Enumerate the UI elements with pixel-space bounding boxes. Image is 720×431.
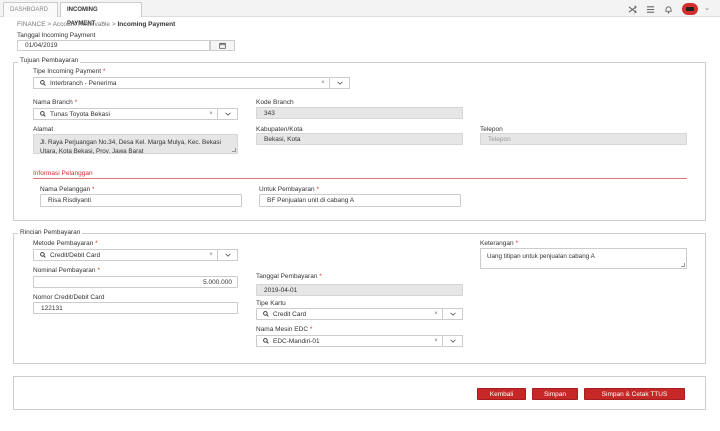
nomor-kartu-value: 122131: [41, 304, 63, 312]
chevron-down-icon[interactable]: [329, 78, 349, 88]
nama-branch-select[interactable]: Tunas Toyota Bekasi ×: [33, 108, 238, 120]
breadcrumb-account-receivable[interactable]: Account Receivable: [53, 21, 110, 28]
kode-branch-value: 343: [264, 109, 275, 117]
breadcrumb-current: Incoming Payment: [117, 21, 176, 28]
calendar-button[interactable]: [210, 40, 235, 51]
alamat-label: Alamat: [33, 126, 54, 133]
tipe-incoming-label: Tipe Incoming Payment *: [33, 68, 106, 75]
chevron-down-icon[interactable]: [217, 250, 237, 260]
telepon-placeholder: Telepon: [488, 135, 511, 143]
resize-handle[interactable]: [681, 263, 685, 267]
keterangan-textarea[interactable]: Uang titipan untuk penjualan cabang A: [480, 248, 687, 269]
tipe-incoming-value: Interbranch - Penerima: [50, 79, 117, 87]
menu-icon[interactable]: [646, 5, 655, 14]
section-divider: [33, 178, 687, 179]
nomor-kartu-field[interactable]: 122131: [33, 302, 238, 314]
kabupaten-value: Bekasi, Kota: [264, 135, 301, 143]
clear-icon[interactable]: ×: [430, 311, 442, 317]
chevron-down-icon[interactable]: ⌄: [704, 4, 710, 12]
shuffle-icon[interactable]: [628, 4, 637, 14]
untuk-pembayaran-value: BF Penjualan unit di cabang A: [267, 197, 355, 204]
metode-pembayaran-select[interactable]: Credit/Debit Card ×: [33, 249, 238, 261]
tujuan-pembayaran-title: Tujuan Pembayaran: [18, 57, 81, 64]
telepon-field: Telepon: [480, 133, 687, 145]
search-icon: [40, 252, 46, 258]
clear-icon[interactable]: ×: [205, 111, 217, 117]
untuk-pembayaran-field[interactable]: BF Penjualan unit di cabang A: [259, 194, 461, 207]
tipe-incoming-select[interactable]: Interbranch - Penerima ×: [33, 77, 350, 89]
keterangan-value: Uang titipan untuk penjualan cabang A: [487, 253, 595, 260]
chevron-down-icon[interactable]: [442, 309, 462, 319]
breadcrumb-separator: >: [47, 21, 52, 28]
clear-icon[interactable]: ×: [430, 338, 442, 344]
breadcrumb-finance[interactable]: FINANCE: [17, 21, 46, 28]
nama-branch-label: Nama Branch *: [33, 99, 78, 106]
clear-icon[interactable]: ×: [205, 252, 217, 258]
nama-pelanggan-label: Nama Pelanggan *: [40, 186, 95, 193]
nama-mesin-value: EDC-Mandiri-01: [273, 337, 320, 345]
nama-branch-value: Tunas Toyota Bekasi: [50, 110, 110, 118]
top-bar: DASHBOARD INCOMING PAYMENT × ⌄: [0, 0, 720, 27]
breadcrumb: FINANCE > Account Receivable > Incoming …: [17, 21, 175, 28]
nomor-kartu-label: Nomor Credit/Debit Card: [33, 294, 105, 301]
metode-pembayaran-value: Credit/Debit Card: [50, 251, 101, 259]
tab-dashboard-label: DASHBOARD: [10, 7, 49, 13]
top-icons: [628, 3, 698, 15]
search-icon: [263, 311, 269, 317]
kabupaten-label: Kabupaten/Kota: [256, 126, 303, 133]
tipe-kartu-value: Credit Card: [273, 310, 307, 318]
calendar-icon: [219, 42, 226, 49]
nama-mesin-select[interactable]: EDC-Mandiri-01 ×: [256, 335, 463, 347]
tab-dashboard[interactable]: DASHBOARD: [3, 2, 58, 17]
search-icon: [40, 111, 46, 117]
nama-pelanggan-value: Risa Risdiyanti: [48, 197, 91, 204]
kode-branch-label: Kode Branch: [256, 99, 294, 106]
tanggal-incoming-label: Tanggal Incoming Payment: [17, 32, 96, 39]
nama-mesin-label: Nama Mesin EDC *: [256, 326, 313, 333]
avatar[interactable]: [682, 3, 698, 15]
telepon-label: Telepon: [480, 126, 503, 133]
informasi-pelanggan-title: Informasi Pelanggan: [33, 170, 93, 177]
simpan-button[interactable]: Simpan: [532, 388, 578, 400]
tanggal-pembayaran-value: 2019-04-01: [264, 286, 298, 294]
tab-incoming-payment[interactable]: INCOMING PAYMENT ×: [60, 2, 142, 27]
simpan-cetak-button[interactable]: Simpan & Cetak TTUS: [584, 388, 685, 400]
tanggal-incoming-field[interactable]: 01/04/2019: [17, 40, 210, 51]
rincian-pembayaran-title: Rincian Pembayaran: [18, 229, 83, 236]
tanggal-pembayaran-field: 2019-04-01: [256, 284, 463, 296]
metode-pembayaran-label: Metode Pembayaran *: [33, 240, 98, 247]
search-icon: [40, 80, 46, 86]
chevron-down-icon[interactable]: [442, 336, 462, 346]
untuk-pembayaran-label: Untuk Pembayaran *: [259, 186, 319, 193]
kembali-button[interactable]: Kembali: [477, 388, 526, 400]
clear-icon[interactable]: ×: [317, 80, 329, 86]
nominal-pembayaran-value: 5.000.000: [203, 278, 232, 286]
bell-icon[interactable]: [664, 5, 673, 14]
resize-handle: [232, 148, 236, 152]
breadcrumb-separator: >: [111, 21, 116, 28]
alamat-textarea: Jl. Raya Perjuangan No.34, Desa Kel. Mar…: [33, 134, 238, 155]
keterangan-label: Keterangan *: [480, 240, 518, 247]
nominal-pembayaran-label: Nominal Pembayaran *: [33, 267, 100, 274]
tanggal-incoming-value: 01/04/2019: [25, 42, 58, 49]
tipe-kartu-label: Tipe Kartu: [256, 300, 286, 307]
kabupaten-field: Bekasi, Kota: [256, 133, 463, 145]
chevron-down-icon[interactable]: [217, 109, 237, 119]
nama-pelanggan-field[interactable]: Risa Risdiyanti: [40, 194, 242, 207]
kode-branch-field: 343: [256, 107, 463, 119]
search-icon: [263, 338, 269, 344]
alamat-value: Jl. Raya Perjuangan No.34, Desa Kel. Mar…: [40, 139, 221, 155]
tipe-kartu-select[interactable]: Credit Card ×: [256, 308, 463, 320]
nominal-pembayaran-field[interactable]: 5.000.000: [33, 276, 238, 288]
tanggal-pembayaran-label: Tanggal Pembayaran *: [256, 273, 322, 280]
